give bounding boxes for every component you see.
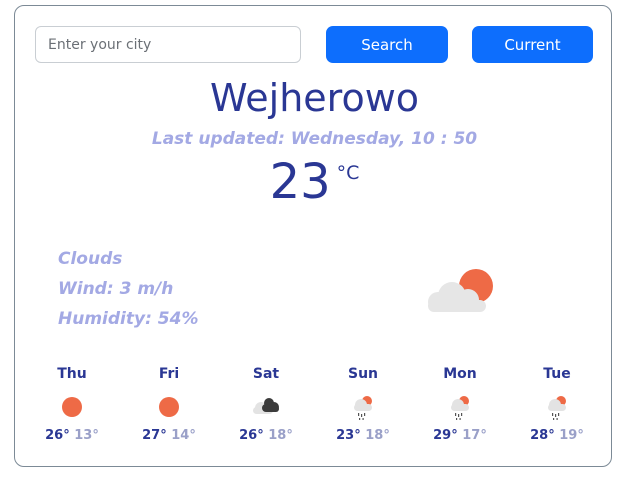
- rain-sun-icon: [451, 396, 469, 420]
- forecast-max-temp: 26°: [239, 428, 264, 443]
- sun-icon: [159, 397, 179, 417]
- forecast-max-temp: 26°: [45, 428, 70, 443]
- weather-details: Clouds Wind: 3 m/h Humidity: 54%: [58, 244, 198, 334]
- forecast-min-temp: 18°: [365, 428, 390, 443]
- search-button[interactable]: Search: [326, 26, 448, 63]
- forecast-list: Thu 26° 13° Fri 27° 14° Sat 26° 18° Sun …: [21, 364, 606, 454]
- forecast-min-temp: 19°: [559, 428, 584, 443]
- forecast-min-temp: 14°: [171, 428, 196, 443]
- sun-icon: [62, 397, 82, 417]
- wind-speed: Wind: 3 m/h: [58, 279, 174, 299]
- humidity: Humidity: 54%: [58, 309, 199, 329]
- forecast-day-name: Sat: [252, 366, 280, 382]
- broken-clouds-icon: [253, 398, 279, 414]
- forecast-min-temp: 13°: [74, 428, 99, 443]
- rain-sun-icon: [548, 396, 566, 420]
- current-location-button[interactable]: Current: [472, 26, 593, 63]
- partly-cloudy-icon: [428, 269, 493, 312]
- forecast-day: Thu 26° 13°: [24, 364, 120, 443]
- forecast-day: Tue 28° 19°: [509, 364, 605, 443]
- forecast-max-temp: 28°: [530, 428, 555, 443]
- temperature-unit: °C: [336, 162, 360, 184]
- forecast-min-temp: 18°: [268, 428, 293, 443]
- forecast-max-temp: 29°: [433, 428, 458, 443]
- forecast-day-name: Tue: [543, 366, 571, 382]
- forecast-day: Sat 26° 18°: [218, 364, 314, 443]
- current-temperature: 23 °C: [0, 154, 629, 210]
- forecast-min-temp: 17°: [462, 428, 487, 443]
- forecast-day: Mon 29° 17°: [412, 364, 508, 443]
- forecast-day-name: Mon: [443, 366, 477, 382]
- forecast-day: Fri 27° 14°: [121, 364, 217, 443]
- forecast-day: Sun 23° 18°: [315, 364, 411, 443]
- forecast-max-temp: 23°: [336, 428, 361, 443]
- temperature-value: 23: [269, 154, 331, 210]
- forecast-day-name: Fri: [158, 366, 180, 382]
- forecast-day-name: Sun: [347, 366, 379, 382]
- forecast-max-temp: 27°: [142, 428, 167, 443]
- forecast-day-name: Thu: [57, 366, 87, 382]
- weather-description: Clouds: [58, 249, 123, 269]
- last-updated: Last updated: Wednesday, 10 : 50: [151, 129, 478, 149]
- city-name: Wejherowo: [209, 76, 420, 120]
- city-search-input[interactable]: [35, 26, 301, 63]
- rain-sun-icon: [354, 396, 372, 420]
